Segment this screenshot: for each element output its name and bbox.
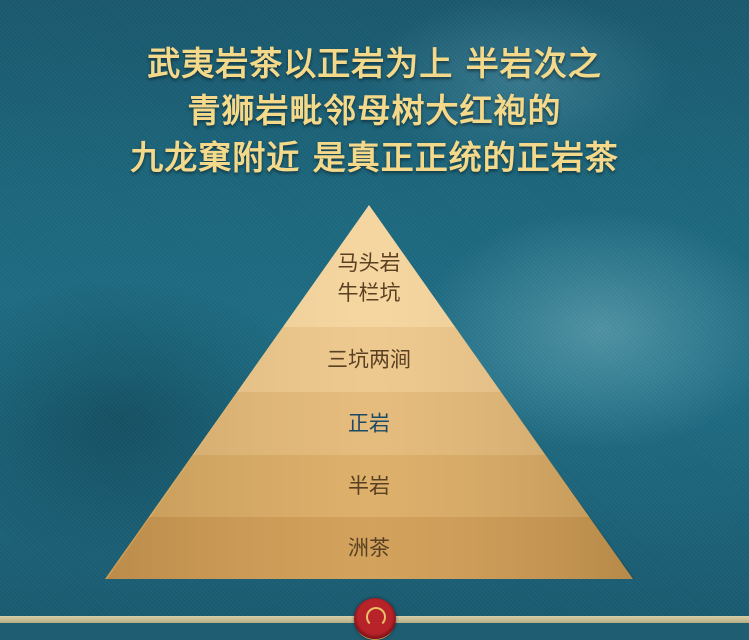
red-seal-emblem-icon [354,598,396,640]
pyramid-tier-2-label: 三坑两涧 [327,348,411,372]
pyramid-tier-1-label: 马头岩 [338,251,401,275]
pyramid-tier-1-label: 牛栏坑 [338,281,401,305]
pyramid-tier-5-label: 洲茶 [348,536,390,560]
pyramid-tier-3-label: 正岩 [348,412,390,436]
tea-grade-pyramid: 马头岩牛栏坑三坑两涧正岩半岩洲茶 [105,205,635,579]
pyramid-tier-4-label: 半岩 [348,474,390,498]
